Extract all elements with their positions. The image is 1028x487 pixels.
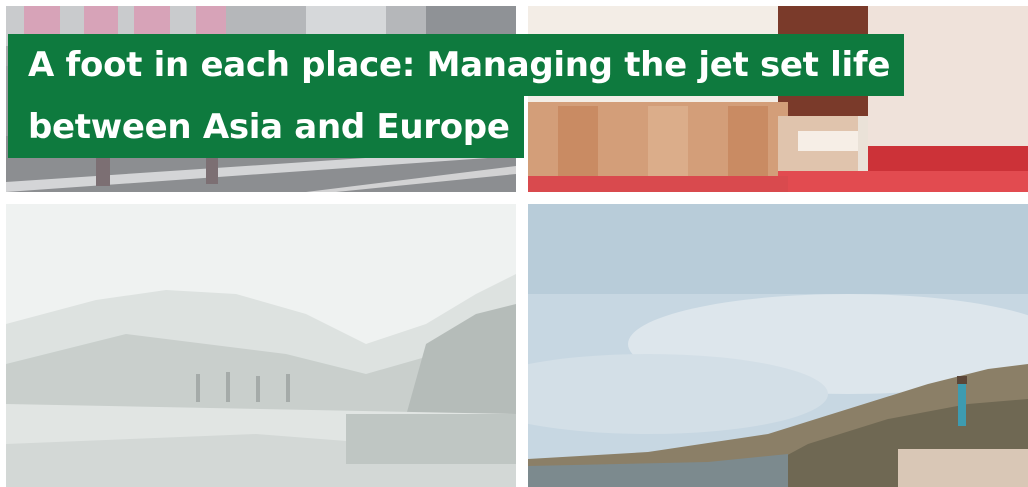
- article-hero[interactable]: A foot in each place: Managing the jet s…: [0, 0, 1028, 487]
- headline-line-2[interactable]: between Asia and Europe: [8, 96, 524, 158]
- headline-line-1[interactable]: A foot in each place: Managing the jet s…: [8, 34, 905, 96]
- snowy-mountains-photo: [6, 204, 516, 487]
- headline[interactable]: A foot in each place: Managing the jet s…: [8, 34, 905, 158]
- hillside-lake-photo: [528, 204, 1028, 487]
